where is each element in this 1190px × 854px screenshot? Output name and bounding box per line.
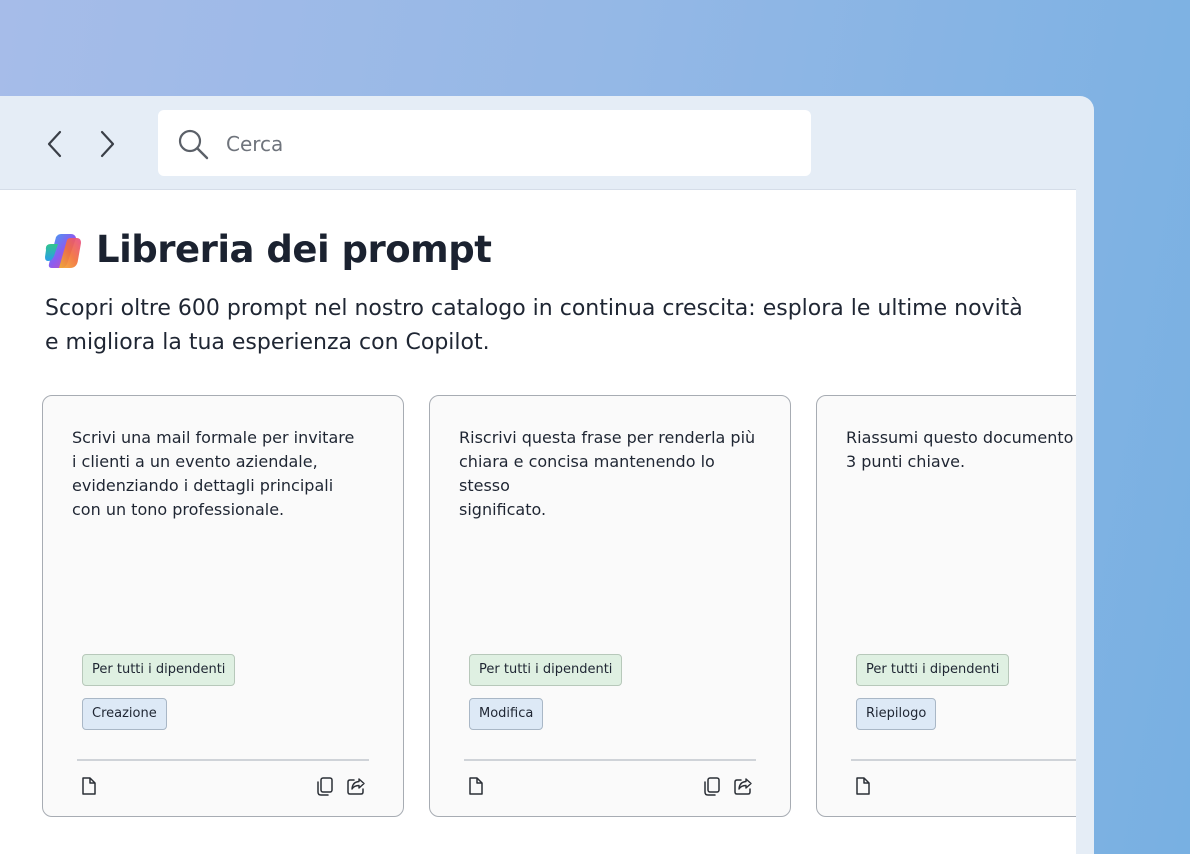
prompt-text: Riassumi questo documento in 3 punti chi… [846,428,1074,471]
prompt-text: Riscrivi questa frase per renderla più c… [459,428,756,519]
page-title: Libreria dei prompt [96,228,492,271]
prompt-card[interactable]: Riscrivi questa frase per renderla più c… [429,395,791,817]
category-tag[interactable]: Creazione [82,698,167,730]
audience-tag[interactable]: Per tutti i dipendenti [469,654,623,686]
document-icon[interactable] [853,776,873,796]
search-box[interactable] [158,110,811,176]
category-tag[interactable]: Modifica [469,698,544,730]
copilot-logo-icon [45,234,81,268]
audience-tag[interactable]: Per tutti i dipendenti [82,654,236,686]
card-divider [464,759,756,761]
toolbar [0,96,1094,189]
prompt-card[interactable]: Scrivi una mail formale per invitare i c… [42,395,404,817]
chevron-right-icon [100,130,115,158]
copy-icon[interactable] [315,776,335,796]
prompt-card[interactable]: Riassumi questo documento in 3 punti chi… [816,395,1076,817]
prompt-text: Scrivi una mail formale per invitare i c… [72,428,355,519]
main-content: Libreria dei prompt Scopri oltre 600 pro… [0,189,1076,854]
copy-icon[interactable] [702,776,722,796]
search-input[interactable] [224,124,788,164]
chevron-left-icon [47,130,62,158]
back-button[interactable] [38,124,72,164]
card-divider [851,759,1076,761]
share-icon[interactable] [346,776,366,796]
search-icon [178,129,209,160]
app-window: Libreria dei prompt Scopri oltre 600 pro… [0,96,1094,854]
audience-tag[interactable]: Per tutti i dipendenti [856,654,1010,686]
card-divider [77,759,369,761]
document-icon[interactable] [466,776,486,796]
forward-button[interactable] [90,124,124,164]
category-tag[interactable]: Riepilogo [856,698,937,730]
document-icon[interactable] [79,776,99,796]
page-subtitle: Scopri oltre 600 prompt nel nostro catal… [45,296,1023,355]
share-icon[interactable] [733,776,753,796]
